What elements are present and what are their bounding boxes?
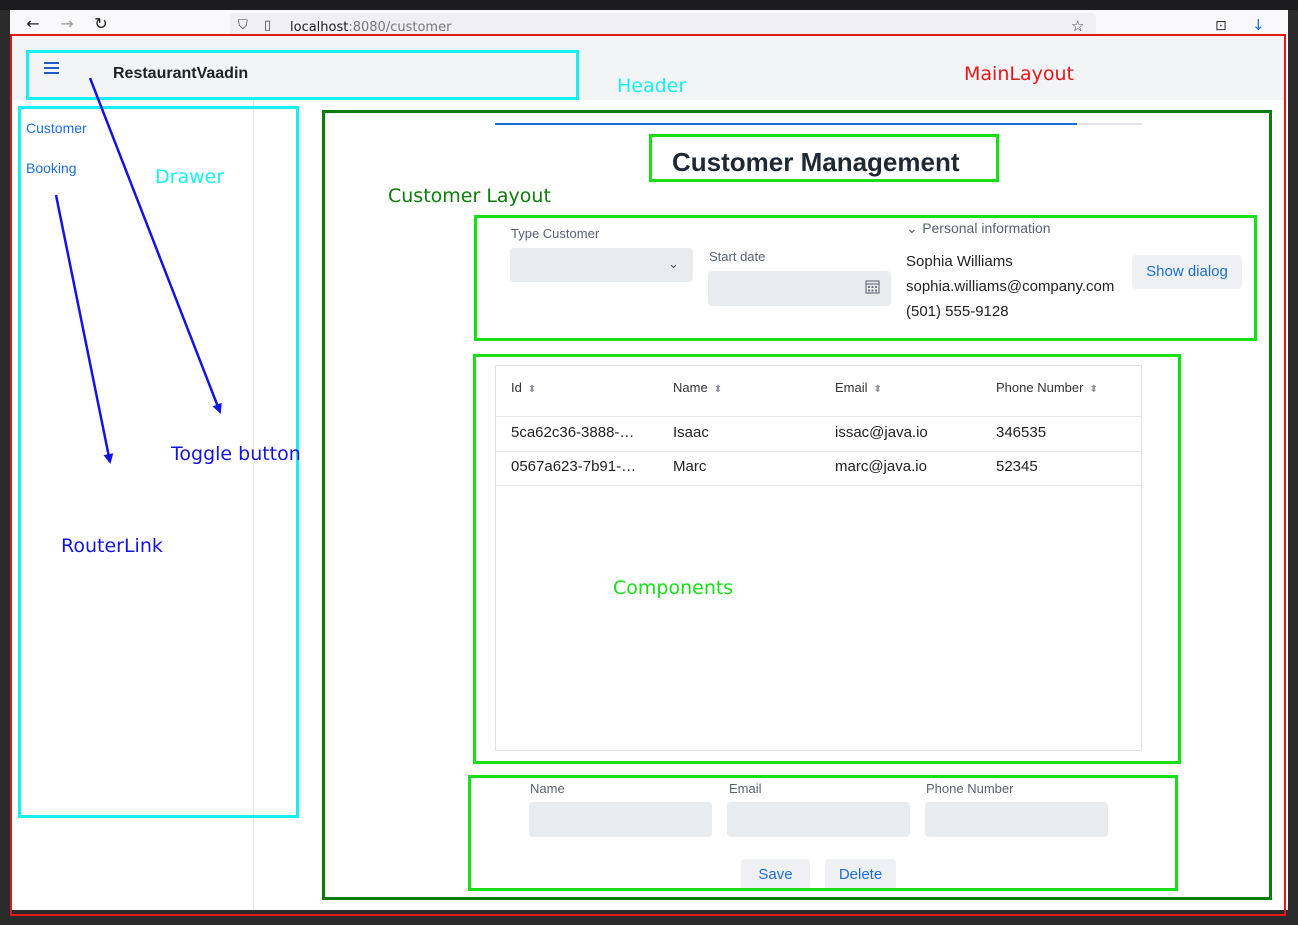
url-host: localhost	[290, 20, 349, 35]
window-top-bar	[0, 0, 1298, 10]
annotation-box-top-components	[474, 215, 1257, 341]
annotation-box-form	[468, 775, 1178, 891]
annotation-label-toggle-button: Toggle button	[171, 443, 301, 465]
url-text[interactable]: localhost:8080/customer	[290, 20, 451, 35]
annotation-label-header: Header	[617, 75, 687, 97]
reload-button[interactable]: ↻	[90, 14, 112, 34]
pocket-icon[interactable]: ⊡	[1215, 18, 1227, 34]
back-button[interactable]: ←	[22, 14, 44, 34]
annotation-box-title	[649, 134, 999, 182]
annotation-label-drawer: Drawer	[155, 166, 225, 188]
annotation-label-main-layout: MainLayout	[964, 63, 1074, 85]
page-icon: ▯	[264, 18, 272, 33]
url-path: :8080/customer	[348, 20, 452, 35]
star-icon[interactable]: ☆	[1071, 17, 1084, 35]
arrow-right-icon: →	[60, 14, 74, 33]
reload-icon: ↻	[94, 14, 108, 33]
annotation-box-header	[26, 50, 579, 100]
annotation-label-customer-layout: Customer Layout	[388, 185, 551, 207]
forward-button[interactable]: →	[56, 14, 78, 34]
annotation-label-router-link: RouterLink	[61, 535, 163, 557]
shield-icon[interactable]: ⛉	[238, 18, 248, 33]
download-icon[interactable]: ↓	[1252, 16, 1265, 34]
annotation-box-grid	[473, 354, 1181, 764]
arrow-left-icon: ←	[26, 14, 40, 33]
annotation-label-components: Components	[613, 577, 734, 599]
